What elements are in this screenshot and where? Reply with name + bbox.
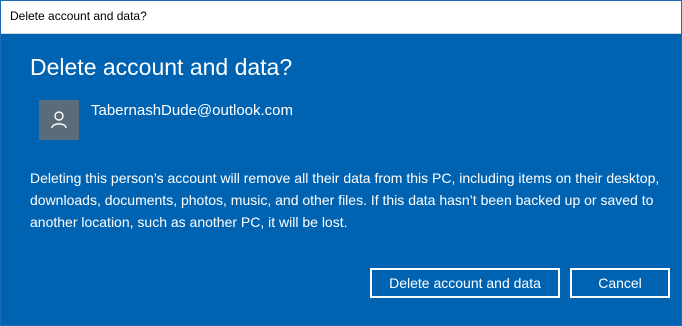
user-icon (51, 111, 67, 129)
account-email: TabernashDude@outlook.com (91, 102, 294, 119)
dialog-window: Delete account and data? Delete account … (0, 0, 682, 326)
window-title: Delete account and data? (10, 9, 147, 23)
dialog-heading: Delete account and data? (30, 54, 293, 80)
cancel-button[interactable]: Cancel (570, 268, 670, 298)
delete-account-button[interactable]: Delete account and data (370, 268, 560, 298)
warning-message: Deleting this person’s account will remo… (30, 170, 660, 230)
avatar (39, 100, 79, 140)
dialog-content: Delete account and data? TabernashDude@o… (1, 34, 681, 325)
title-bar: Delete account and data? (1, 1, 681, 34)
